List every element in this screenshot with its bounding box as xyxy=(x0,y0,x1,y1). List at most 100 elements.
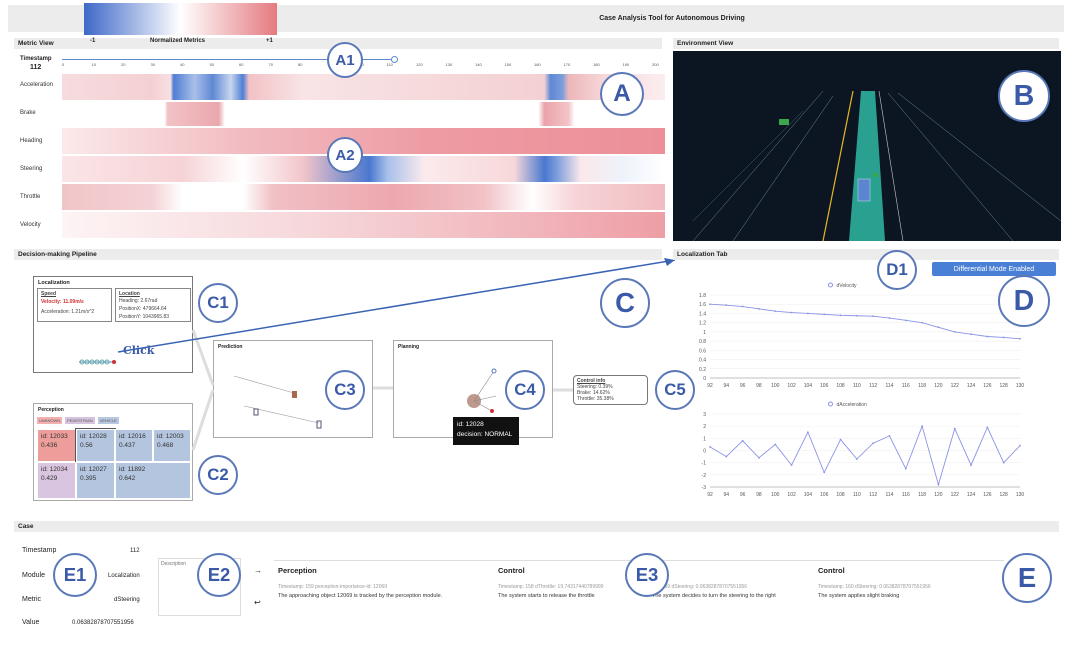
annotation-badge-d1: D1 xyxy=(877,250,917,290)
data-point xyxy=(839,314,842,317)
y-tick-label: -1 xyxy=(702,461,707,467)
case-event-module: Perception xyxy=(278,566,317,575)
annotation-badge-c5: C5 xyxy=(655,370,695,410)
annotation-badge-a1: A1 xyxy=(327,42,363,78)
case-event[interactable]: Control Timestamp: 160 dSteering: 0.06382… xyxy=(818,566,983,599)
y-tick-label: 1 xyxy=(703,436,706,442)
data-point xyxy=(855,314,858,317)
y-tick-label: 1.6 xyxy=(699,302,706,308)
x-tick-label: 112 xyxy=(869,492,877,498)
data-point xyxy=(806,431,809,434)
x-tick-label: 122 xyxy=(951,492,960,498)
data-point xyxy=(725,304,728,307)
annotation-badge-c: C xyxy=(600,278,650,328)
annotation-badge-a: A xyxy=(600,72,644,116)
x-tick-label: 126 xyxy=(983,492,992,498)
x-tick-label: 110 xyxy=(853,492,861,498)
data-point xyxy=(725,455,728,458)
case-event[interactable]: Perception Timestamp: 159 perception-impo… xyxy=(278,566,443,599)
differential-mode-button[interactable]: Differential Mode Enabled xyxy=(932,262,1056,276)
data-point xyxy=(986,335,989,338)
x-tick-label: 122 xyxy=(951,383,960,389)
case-event-meta: mp: 159 dSteering: 0.06382878707551956 xyxy=(652,584,748,590)
x-tick-label: 116 xyxy=(902,492,910,498)
x-tick-label: 124 xyxy=(967,492,976,498)
data-point xyxy=(986,426,989,429)
annotation-badge-e: E xyxy=(1002,553,1052,603)
data-point xyxy=(774,310,777,313)
case-event[interactable]: mp: 159 dSteering: 0.06382878707551956 Th… xyxy=(652,566,817,599)
data-point xyxy=(758,307,760,310)
chart-legend: dVelocity xyxy=(837,283,858,289)
series-line xyxy=(709,424,1021,487)
data-point xyxy=(1019,337,1021,340)
submit-arrow-icon[interactable]: → xyxy=(254,566,262,575)
chart-legend: dAcceleration xyxy=(837,402,868,408)
y-tick-label: 0.6 xyxy=(699,348,706,354)
x-tick-label: 114 xyxy=(885,492,893,498)
data-point xyxy=(1019,444,1021,447)
x-tick-label: 118 xyxy=(918,492,926,498)
data-point xyxy=(741,439,744,442)
data-point xyxy=(904,467,907,470)
annotation-badge-c2: C2 xyxy=(198,455,238,495)
case-value-value: 0.06382878707551956 xyxy=(72,620,134,626)
x-tick-label: 130 xyxy=(1016,492,1025,498)
data-point xyxy=(904,319,907,322)
case-event-module xyxy=(652,566,817,576)
case-event-text: The system decides to turn the steering … xyxy=(652,593,776,599)
x-tick-label: 114 xyxy=(885,383,893,389)
dvelocity-chart[interactable]: 1.8 1.6 1.4 1.2 1 0.8 0.6 0.4 0.2 092 94 96 98 100 102… xyxy=(680,277,1025,392)
data-point xyxy=(758,456,760,459)
annotation-badge-c4: C4 xyxy=(505,370,545,410)
x-tick-label: 112 xyxy=(869,383,877,389)
x-tick-label: 128 xyxy=(1000,492,1009,498)
annotation-badge-c3: C3 xyxy=(325,370,365,410)
undo-icon[interactable]: ↩ xyxy=(254,598,261,607)
x-tick-label: 130 xyxy=(1016,383,1025,389)
data-point xyxy=(709,445,711,448)
dacceleration-chart[interactable]: 3 2 1 0 -1 -2 -392 94 96 98 100 102 104 106 108 110 112 1… xyxy=(680,396,1025,501)
data-point xyxy=(823,471,826,474)
data-point xyxy=(1002,336,1005,339)
x-tick-label: 120 xyxy=(934,383,943,389)
data-point xyxy=(790,311,793,314)
data-point xyxy=(790,464,793,466)
data-point xyxy=(921,425,924,428)
data-point xyxy=(953,330,956,333)
case-event-text: The system applies slight braking xyxy=(818,593,900,599)
data-point xyxy=(937,483,940,486)
x-tick-label: 108 xyxy=(836,492,845,498)
case-module-label: Module xyxy=(22,572,45,579)
case-event-meta: Timestamp: 160 dSteering: 0.063828787075… xyxy=(818,584,931,590)
x-tick-label: 102 xyxy=(787,492,796,498)
x-tick-label: 98 xyxy=(756,492,762,498)
x-tick-label: 100 xyxy=(771,492,780,498)
data-point xyxy=(937,326,940,329)
x-tick-label: 94 xyxy=(724,383,730,389)
data-point xyxy=(888,317,891,319)
case-title: Case xyxy=(14,521,1059,532)
case-value-label: Value xyxy=(22,619,40,626)
x-tick-label: 102 xyxy=(787,383,796,389)
data-point xyxy=(888,435,891,437)
x-tick-label: 126 xyxy=(983,383,992,389)
y-tick-label: 3 xyxy=(703,412,706,418)
x-tick-label: 120 xyxy=(934,492,943,498)
data-point xyxy=(823,313,826,316)
y-tick-label: 0.2 xyxy=(699,367,706,373)
legend-marker xyxy=(828,401,833,407)
x-tick-label: 124 xyxy=(967,383,976,389)
y-tick-label: 1 xyxy=(703,330,706,336)
data-point xyxy=(774,443,777,446)
x-tick-label: 96 xyxy=(740,492,746,498)
annotation-badge-e1: E1 xyxy=(53,553,97,597)
x-tick-label: 106 xyxy=(820,492,829,498)
data-point xyxy=(806,312,809,315)
data-point xyxy=(872,442,875,445)
data-point xyxy=(839,438,842,441)
annotation-badge-d: D xyxy=(998,275,1050,327)
case-timestamp-value: 112 xyxy=(130,548,140,554)
x-tick-label: 104 xyxy=(804,492,813,498)
case-event-text: The approaching object 12069 is tracked … xyxy=(278,593,443,599)
